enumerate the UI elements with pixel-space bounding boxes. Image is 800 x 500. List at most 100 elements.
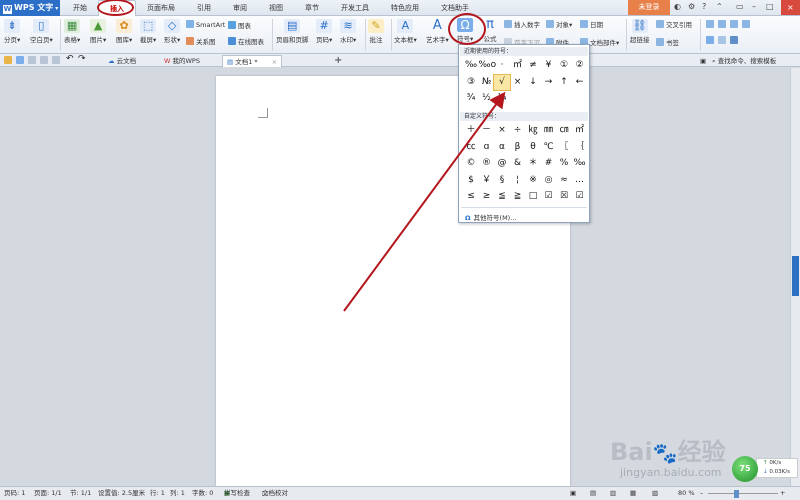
symbol-cell[interactable]: ‰ [572,156,588,171]
layout-icon[interactable]: ▣ [700,55,706,67]
redo-icon[interactable]: ↷ [78,54,86,64]
textbox-button[interactable]: A 文本框▾ [394,19,417,44]
new-tab-icon[interactable]: + [334,55,342,67]
symbol-cell[interactable]: × [510,75,526,90]
wps-menu-button[interactable]: W WPS 文字 ▾ [0,0,60,16]
symbol-cell[interactable]: ¥ [541,58,557,73]
format-painter-icon[interactable] [52,56,60,64]
network-monitor[interactable]: ↑ 0K/s ↓ 0.03K/s 75 [732,456,798,482]
symbol-cell[interactable]: ③ [463,75,479,90]
toolbar-icon[interactable] [706,20,714,28]
symbol-button[interactable]: Ω 符号▾ [457,18,473,43]
symbol-cell[interactable]: § [494,173,510,188]
symbol-cell[interactable]: ㎡ [510,58,526,73]
view-mode-icon[interactable]: ▣ [570,487,576,500]
zoom-slider[interactable] [708,493,778,494]
symbol-cell[interactable]: α [494,140,510,155]
watermark-button[interactable]: ≋ 水印▾ [340,19,356,44]
table-button[interactable]: ▦ 表格▾ [64,19,80,44]
symbol-cell[interactable]: ÷ [510,123,526,138]
tab-my-wps[interactable]: W 我的WPS [160,55,204,67]
symbol-cell[interactable]: √ [493,73,511,91]
zoom-in-icon[interactable]: + [780,487,785,500]
page-number-button[interactable]: # 页码▾ [316,19,332,44]
symbol-cell[interactable]: ◎ [541,173,557,188]
symbol-cell[interactable]: ≧ [510,189,526,204]
tab-insert[interactable]: 插入 [98,0,136,16]
symbol-cell[interactable]: ㎜ [541,123,557,138]
lock-icon[interactable] [730,36,738,44]
tab-page-layout[interactable]: 页面布局 [136,0,186,16]
close-tab-icon[interactable]: × [272,58,277,66]
wordart-button[interactable]: A 艺术字▾ [426,19,449,45]
symbol-cell[interactable]: ② [572,58,588,73]
skin-icon[interactable]: ◐ [674,2,681,11]
symbol-cell[interactable]: … [572,173,588,188]
insert-number-button[interactable]: 插入数字 [504,19,540,29]
zoom-level[interactable]: 80 % [678,487,695,500]
header-footer-button[interactable]: ▤ 页眉和页脚 [276,19,309,44]
login-button[interactable]: 未登录 [628,0,670,15]
symbol-cell[interactable]: ☑ [541,189,557,204]
symbol-cell[interactable]: № [479,75,495,90]
symbol-cell[interactable]: ® [479,156,495,171]
object-button[interactable]: 对象▾ [546,19,572,29]
open-folder-icon[interactable] [4,56,12,64]
symbol-cell[interactable]: $ [463,173,479,188]
chart-button[interactable]: 图表 [228,20,251,30]
toolbar-icon[interactable] [742,20,750,28]
minimize-icon[interactable]: – [752,2,756,11]
tab-view[interactable]: 视图 [258,0,294,16]
online-chart-button[interactable]: 在线图表 [228,36,264,46]
symbol-cell[interactable]: ← [572,75,588,90]
symbol-cell[interactable]: ↓ [525,75,541,90]
symbol-cell[interactable]: ㏄ [463,140,479,155]
symbol-cell[interactable]: ‰o [479,58,497,73]
zoom-out-icon[interactable]: – [700,487,703,500]
shapes-button[interactable]: ◇ 形状▾ [164,19,180,44]
symbol-cell[interactable]: © [463,156,479,171]
view-mode-icon[interactable]: ▦ [630,487,636,500]
view-mode-icon[interactable]: ▤ [590,487,596,500]
symbol-cell[interactable]: ½ [479,91,495,106]
symbol-cell[interactable]: ¼ [494,91,510,106]
symbol-cell[interactable]: × [494,123,510,138]
zoom-slider-thumb[interactable] [734,490,739,498]
maximize-icon[interactable]: □ [766,2,774,11]
tab-references[interactable]: 引用 [186,0,222,16]
symbol-cell[interactable]: ※ [525,173,541,188]
bookmark-button[interactable]: 书签 [656,37,679,47]
toolbar-icon[interactable] [706,36,714,44]
search-command[interactable]: ⌕ 查找命令、搜索模板 [712,55,776,67]
smartart-button[interactable]: SmartArt [186,20,225,29]
symbol-cell[interactable]: β [510,140,526,155]
close-icon[interactable]: × [781,0,800,15]
symbol-cell[interactable]: ㎡ [572,123,588,138]
symbol-cell[interactable]: － [479,123,495,138]
hyperlink-button[interactable]: ⛓ 超链接 [630,19,650,44]
tab-document1[interactable]: ▤ 文档1 * × [222,55,283,67]
toolbar-icon[interactable] [718,20,726,28]
tab-chapter[interactable]: 章节 [294,0,330,16]
help-icon[interactable]: ? [702,2,706,11]
tab-developer[interactable]: 开发工具 [330,0,380,16]
symbol-cell[interactable]: ¾ [463,91,479,106]
annotation-button[interactable]: ✎ 批注 [368,19,384,44]
tab-special-apps[interactable]: 特色应用 [380,0,430,16]
symbol-cell[interactable]: ≠ [525,58,541,73]
formula-button[interactable]: π 公式 [482,18,498,44]
tab-doc-assistant[interactable]: 文档助手 [430,0,480,16]
symbol-cell[interactable]: # [541,156,557,171]
toolbar-icon[interactable] [730,20,738,28]
cross-reference-button[interactable]: 交叉引用 [656,19,692,29]
symbol-cell[interactable]: ¦ [510,173,526,188]
preview-icon[interactable] [40,56,48,64]
toolbar-icon[interactable] [718,36,726,44]
relation-chart-button[interactable]: 关系图 [186,36,216,46]
gallery-button[interactable]: ✿ 图库▾ [116,19,132,44]
symbol-cell[interactable]: ㎏ [525,123,541,138]
symbol-cell[interactable]: ＊ [525,156,541,171]
symbol-cell[interactable]: ↑ [556,75,572,90]
collapse-icon[interactable]: ⌃ [716,2,723,11]
restore-window-icon[interactable]: ▭ [736,2,744,11]
